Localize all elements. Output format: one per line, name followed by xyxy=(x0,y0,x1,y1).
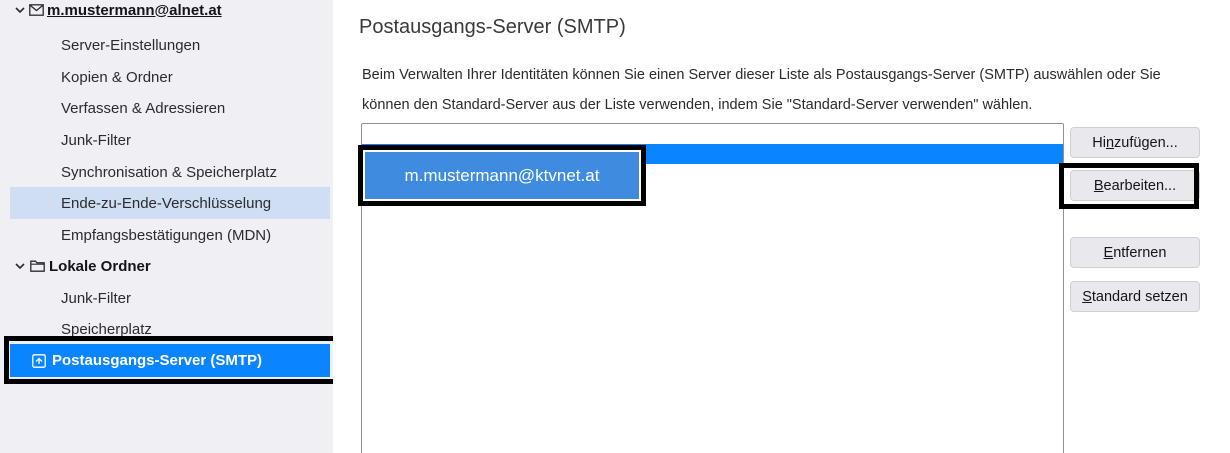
chevron-down-icon[interactable] xyxy=(14,260,26,272)
page-title: Postausgangs-Server (SMTP) xyxy=(359,16,626,38)
sidebar-item-junk-filter[interactable]: Junk-Filter xyxy=(10,124,330,156)
sidebar-item-label: Verfassen & Adressieren xyxy=(61,99,226,117)
outgoing-server-icon xyxy=(32,353,46,368)
account-label: m.mustermann@alnet.at xyxy=(47,1,222,19)
local-folders-row[interactable]: Lokale Ordner xyxy=(14,250,151,282)
edit-server-button[interactable]: Bearbeiten... xyxy=(1070,170,1200,201)
sidebar-item-label: Postausgangs-Server (SMTP) xyxy=(52,352,263,369)
sidebar-item-label: Server-Einstellungen xyxy=(61,36,201,54)
server-entry-label: m.mustermann@ktvnet.at xyxy=(404,165,600,185)
sidebar-item-label: Junk-Filter xyxy=(61,131,132,149)
add-server-button[interactable]: Hi n zufügen... xyxy=(1070,127,1200,158)
sidebar-item-label: Junk-Filter xyxy=(61,289,132,307)
sidebar-item-server-settings[interactable]: Server-Einstellungen xyxy=(10,29,330,61)
sidebar-item-composition[interactable]: Verfassen & Adressieren xyxy=(10,92,330,124)
sidebar-item-label: Kopien & Ordner xyxy=(61,68,173,86)
sidebar-item-local-storage[interactable]: Speicherplatz xyxy=(10,313,330,345)
page-description: Beim Verwalten Ihrer Identitäten können … xyxy=(362,60,1212,120)
description-line: können den Standard-Server aus der Liste… xyxy=(362,97,1033,113)
set-default-button[interactable]: Standard setzen xyxy=(1070,281,1200,312)
description-line: Beim Verwalten Ihrer Identitäten können … xyxy=(362,67,1161,83)
sidebar-item-sync-storage[interactable]: Synchronisation & Speicherplatz xyxy=(10,156,330,188)
sidebar-item-label: Ende-zu-Ende-Verschlüsselung xyxy=(61,194,272,212)
sidebar-item-receipts[interactable]: Empfangsbestätigungen (MDN) xyxy=(10,219,330,251)
chevron-down-icon[interactable] xyxy=(14,4,26,16)
list-item-server[interactable]: m.mustermann@ktvnet.at xyxy=(358,145,646,206)
account-row[interactable]: m.mustermann@alnet.at xyxy=(14,0,222,20)
sidebar-item-copies-folders[interactable]: Kopien & Ordner xyxy=(10,61,330,93)
remove-server-button[interactable]: Entfernen xyxy=(1070,237,1200,268)
sidebar-item-label: Synchronisation & Speicherplatz xyxy=(61,163,277,181)
local-folders-label: Lokale Ordner xyxy=(49,257,151,275)
sidebar-item-local-junk-filter[interactable]: Junk-Filter xyxy=(10,282,330,314)
account-sidebar: m.mustermann@alnet.at Server-Einstellung… xyxy=(0,0,333,453)
sidebar-item-label: Empfangsbestätigungen (MDN) xyxy=(61,226,272,244)
sidebar-item-smtp[interactable]: Postausgangs-Server (SMTP) xyxy=(10,344,330,377)
mail-icon xyxy=(29,4,44,16)
sidebar-item-e2e-encryption[interactable]: Ende-zu-Ende-Verschlüsselung xyxy=(10,187,330,219)
sidebar-item-label: Speicherplatz xyxy=(61,320,152,338)
folder-icon xyxy=(30,260,45,272)
